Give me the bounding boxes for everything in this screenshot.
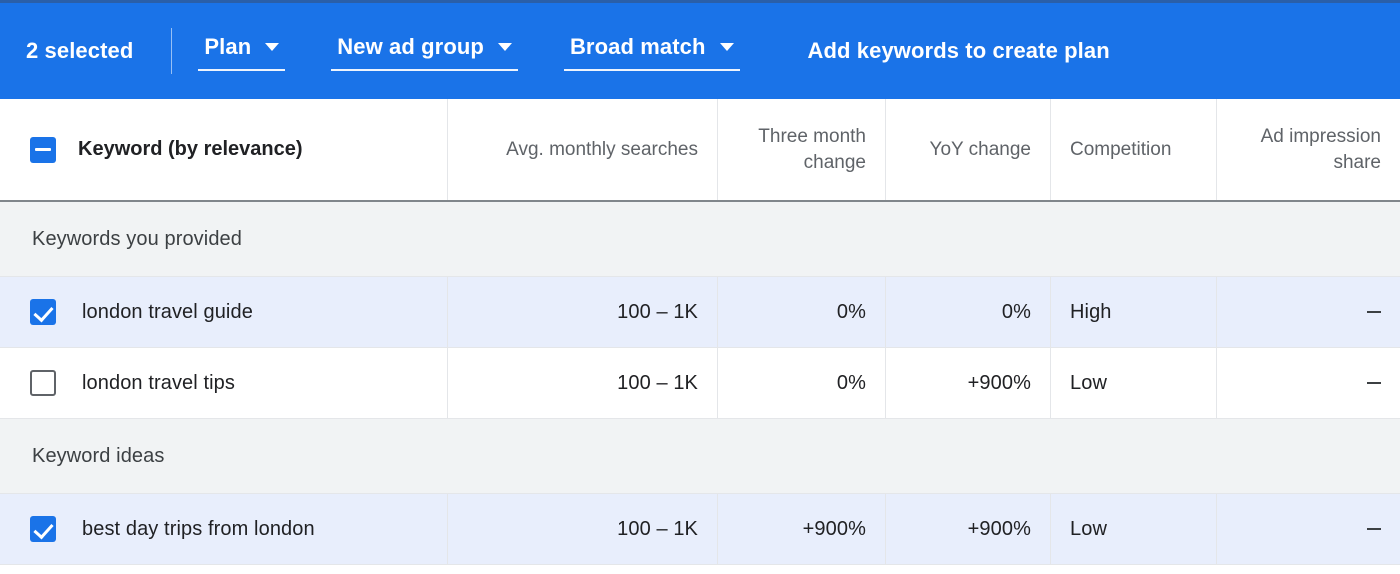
keyword-text: london travel guide: [82, 300, 253, 323]
header-cell-ad-impression-share[interactable]: Ad impression share: [1217, 99, 1400, 200]
checkbox-unchecked-icon: [30, 370, 56, 396]
ad-group-dropdown[interactable]: New ad group: [331, 32, 518, 71]
row-cell-competition: High: [1051, 277, 1217, 347]
competition-value: Low: [1070, 371, 1107, 394]
toolbar-divider: [171, 28, 173, 74]
select-all-checkbox[interactable]: [30, 136, 56, 163]
competition-value: Low: [1070, 517, 1107, 540]
checkbox-checked-icon: [30, 299, 56, 325]
row-cell-three-month-change: 0%: [718, 277, 886, 347]
header-cell-keyword[interactable]: Keyword (by relevance): [0, 99, 448, 200]
avg-monthly-searches-value: 100 – 1K: [617, 517, 698, 540]
header-cell-yoy-change[interactable]: YoY change: [886, 99, 1051, 200]
plan-dropdown-label: Plan: [204, 33, 252, 59]
yoy-change-value: 0%: [1001, 300, 1031, 323]
header-cell-avg-monthly-searches[interactable]: Avg. monthly searches: [448, 99, 718, 200]
row-checkbox[interactable]: [30, 370, 56, 396]
match-type-dropdown-label: Broad match: [569, 33, 706, 59]
three-month-change-value: +900%: [802, 517, 866, 540]
chevron-down-icon: [719, 42, 734, 51]
keyword-text: best day trips from london: [82, 517, 315, 540]
empty-value-dash-icon: [1367, 311, 1381, 313]
row-cell-keyword: london travel tips: [0, 348, 448, 418]
empty-value-dash-icon: [1367, 528, 1381, 530]
table-header-row: Keyword (by relevance) Avg. monthly sear…: [0, 99, 1400, 202]
checkbox-checked-icon: [30, 516, 56, 542]
yoy-change-value: +900%: [967, 517, 1031, 540]
chevron-down-icon: [497, 42, 512, 51]
ad-group-dropdown-label: New ad group: [337, 33, 484, 59]
row-cell-competition: Low: [1051, 494, 1217, 564]
add-keywords-to-create-plan-button[interactable]: Add keywords to create plan: [808, 38, 1110, 64]
row-cell-ad-impression-share: [1217, 494, 1400, 564]
match-type-dropdown[interactable]: Broad match: [563, 32, 740, 71]
row-cell-ad-impression-share: [1217, 277, 1400, 347]
group-header-keywords-you-provided: Keywords you provided: [0, 202, 1400, 277]
group-label: Keyword ideas: [32, 444, 165, 467]
avg-monthly-searches-value: 100 – 1K: [617, 300, 698, 323]
row-cell-three-month-change: +900%: [718, 494, 886, 564]
row-cell-yoy-change: +900%: [886, 494, 1051, 564]
table-row[interactable]: london travel tips 100 – 1K 0% +900% Low: [0, 348, 1400, 419]
row-cell-competition: Low: [1051, 348, 1217, 418]
row-cell-three-month-change: 0%: [718, 348, 886, 418]
selected-count-label: 2 selected: [26, 38, 134, 63]
header-label-avg-monthly-searches: Avg. monthly searches: [506, 138, 698, 160]
three-month-change-value: 0%: [836, 371, 866, 394]
row-cell-avg-monthly-searches: 100 – 1K: [448, 277, 718, 347]
plan-dropdown[interactable]: Plan: [198, 32, 286, 71]
table-row[interactable]: best day trips from london 100 – 1K +900…: [0, 494, 1400, 565]
row-cell-yoy-change: +900%: [886, 348, 1051, 418]
competition-value: High: [1070, 300, 1112, 323]
row-cell-keyword: london travel guide: [0, 277, 448, 347]
row-cell-keyword: best day trips from london: [0, 494, 448, 564]
group-label: Keywords you provided: [32, 227, 242, 250]
keyword-text: london travel tips: [82, 371, 236, 394]
header-label-three-month-change: Three month change: [758, 125, 866, 173]
row-cell-ad-impression-share: [1217, 348, 1400, 418]
header-label-yoy-change: YoY change: [929, 138, 1031, 160]
row-cell-yoy-change: 0%: [886, 277, 1051, 347]
yoy-change-value: +900%: [967, 371, 1031, 394]
row-cell-avg-monthly-searches: 100 – 1K: [448, 494, 718, 564]
avg-monthly-searches-value: 100 – 1K: [617, 371, 698, 394]
header-cell-three-month-change[interactable]: Three month change: [718, 99, 886, 200]
header-label-keyword: Keyword (by relevance): [78, 138, 303, 160]
header-label-ad-impression-share: Ad impression share: [1260, 125, 1381, 173]
row-cell-avg-monthly-searches: 100 – 1K: [448, 348, 718, 418]
checkbox-indeterminate-icon: [30, 136, 56, 163]
three-month-change-value: 0%: [836, 300, 866, 323]
row-checkbox[interactable]: [30, 516, 56, 542]
chevron-down-icon: [265, 42, 280, 51]
row-checkbox[interactable]: [30, 299, 56, 325]
group-header-keyword-ideas: Keyword ideas: [0, 419, 1400, 494]
table-row[interactable]: london travel guide 100 – 1K 0% 0% High: [0, 277, 1400, 348]
selection-action-toolbar: 2 selected Plan New ad group Broad match…: [0, 3, 1400, 99]
header-label-competition: Competition: [1070, 138, 1172, 160]
empty-value-dash-icon: [1367, 382, 1381, 384]
keywords-table: Keyword (by relevance) Avg. monthly sear…: [0, 99, 1400, 565]
keyword-planner-screen: 2 selected Plan New ad group Broad match…: [0, 0, 1400, 574]
header-cell-competition[interactable]: Competition: [1051, 99, 1217, 200]
